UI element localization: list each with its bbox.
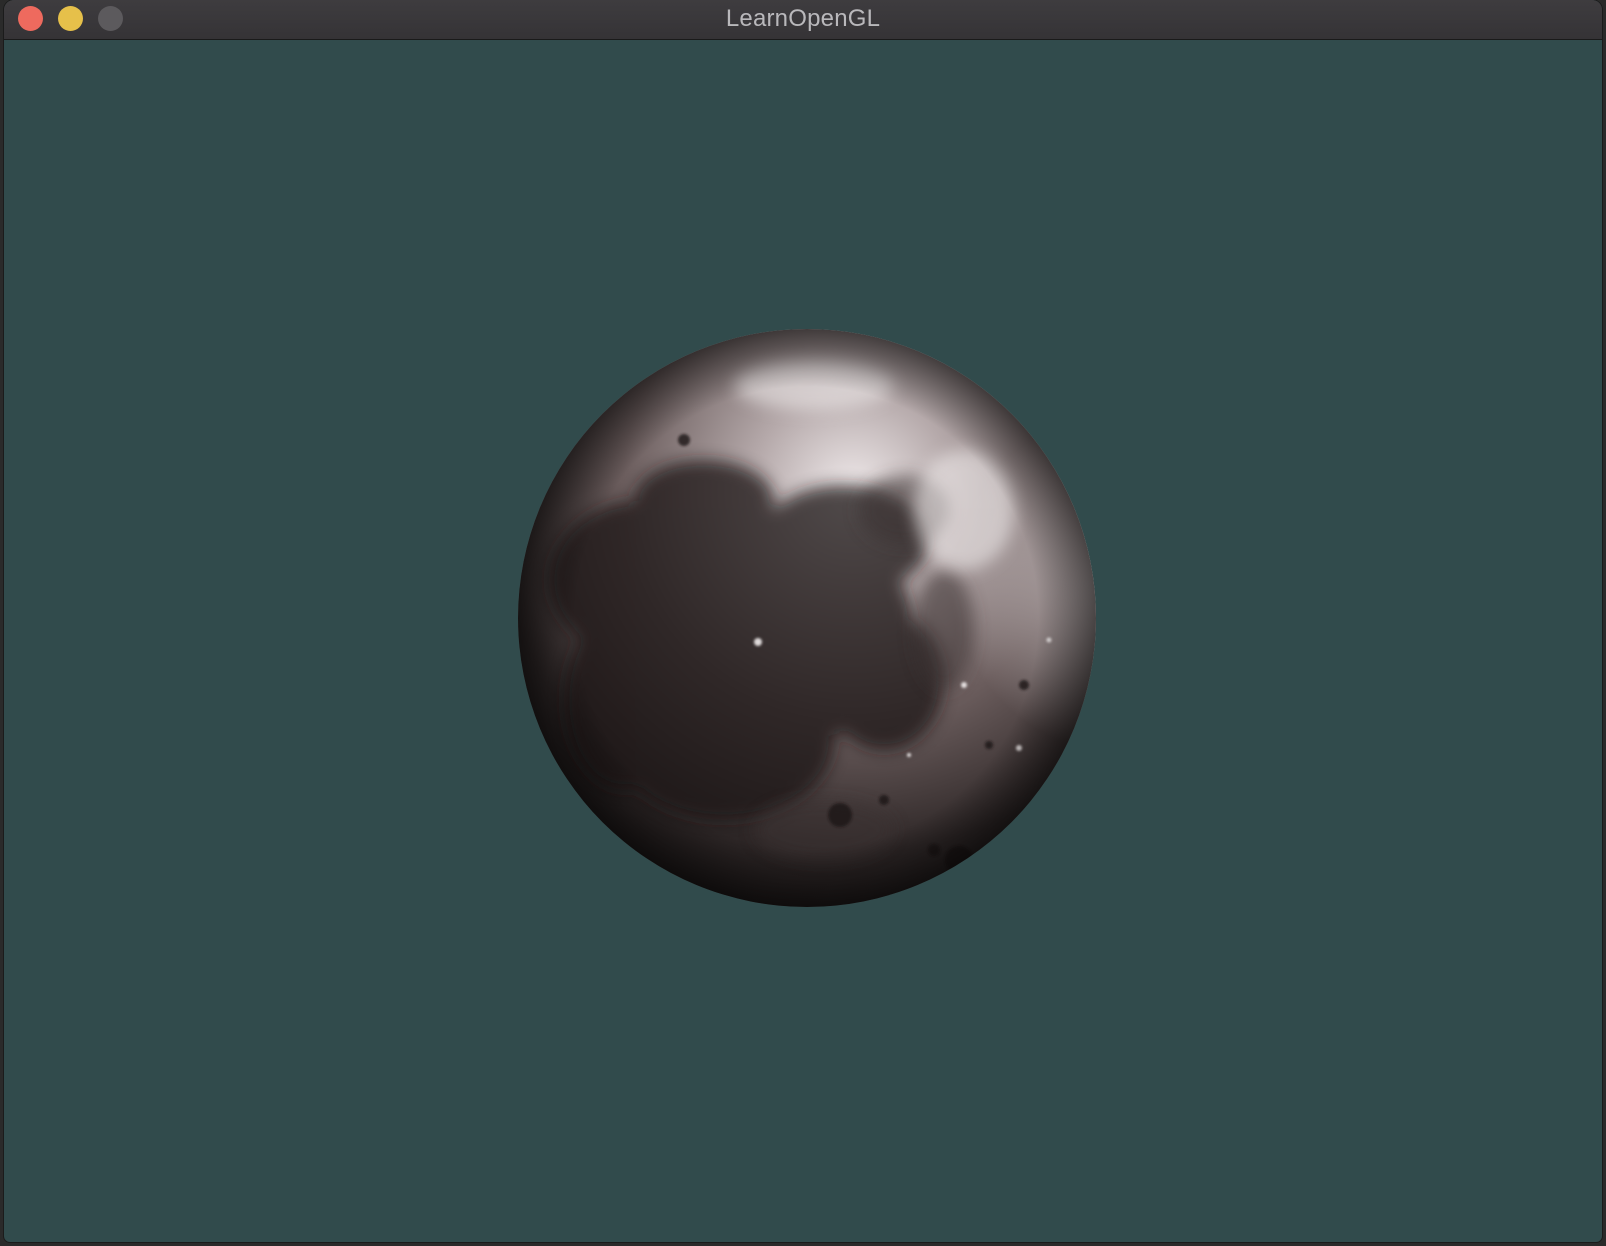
app-window: LearnOpenGL [4,0,1602,1242]
opengl-viewport[interactable] [4,40,1602,1242]
render-canvas [518,329,1096,907]
window-title: LearnOpenGL [725,5,881,32]
moon-sphere [518,329,1096,907]
title-bar[interactable]: LearnOpenGL [4,0,1602,40]
